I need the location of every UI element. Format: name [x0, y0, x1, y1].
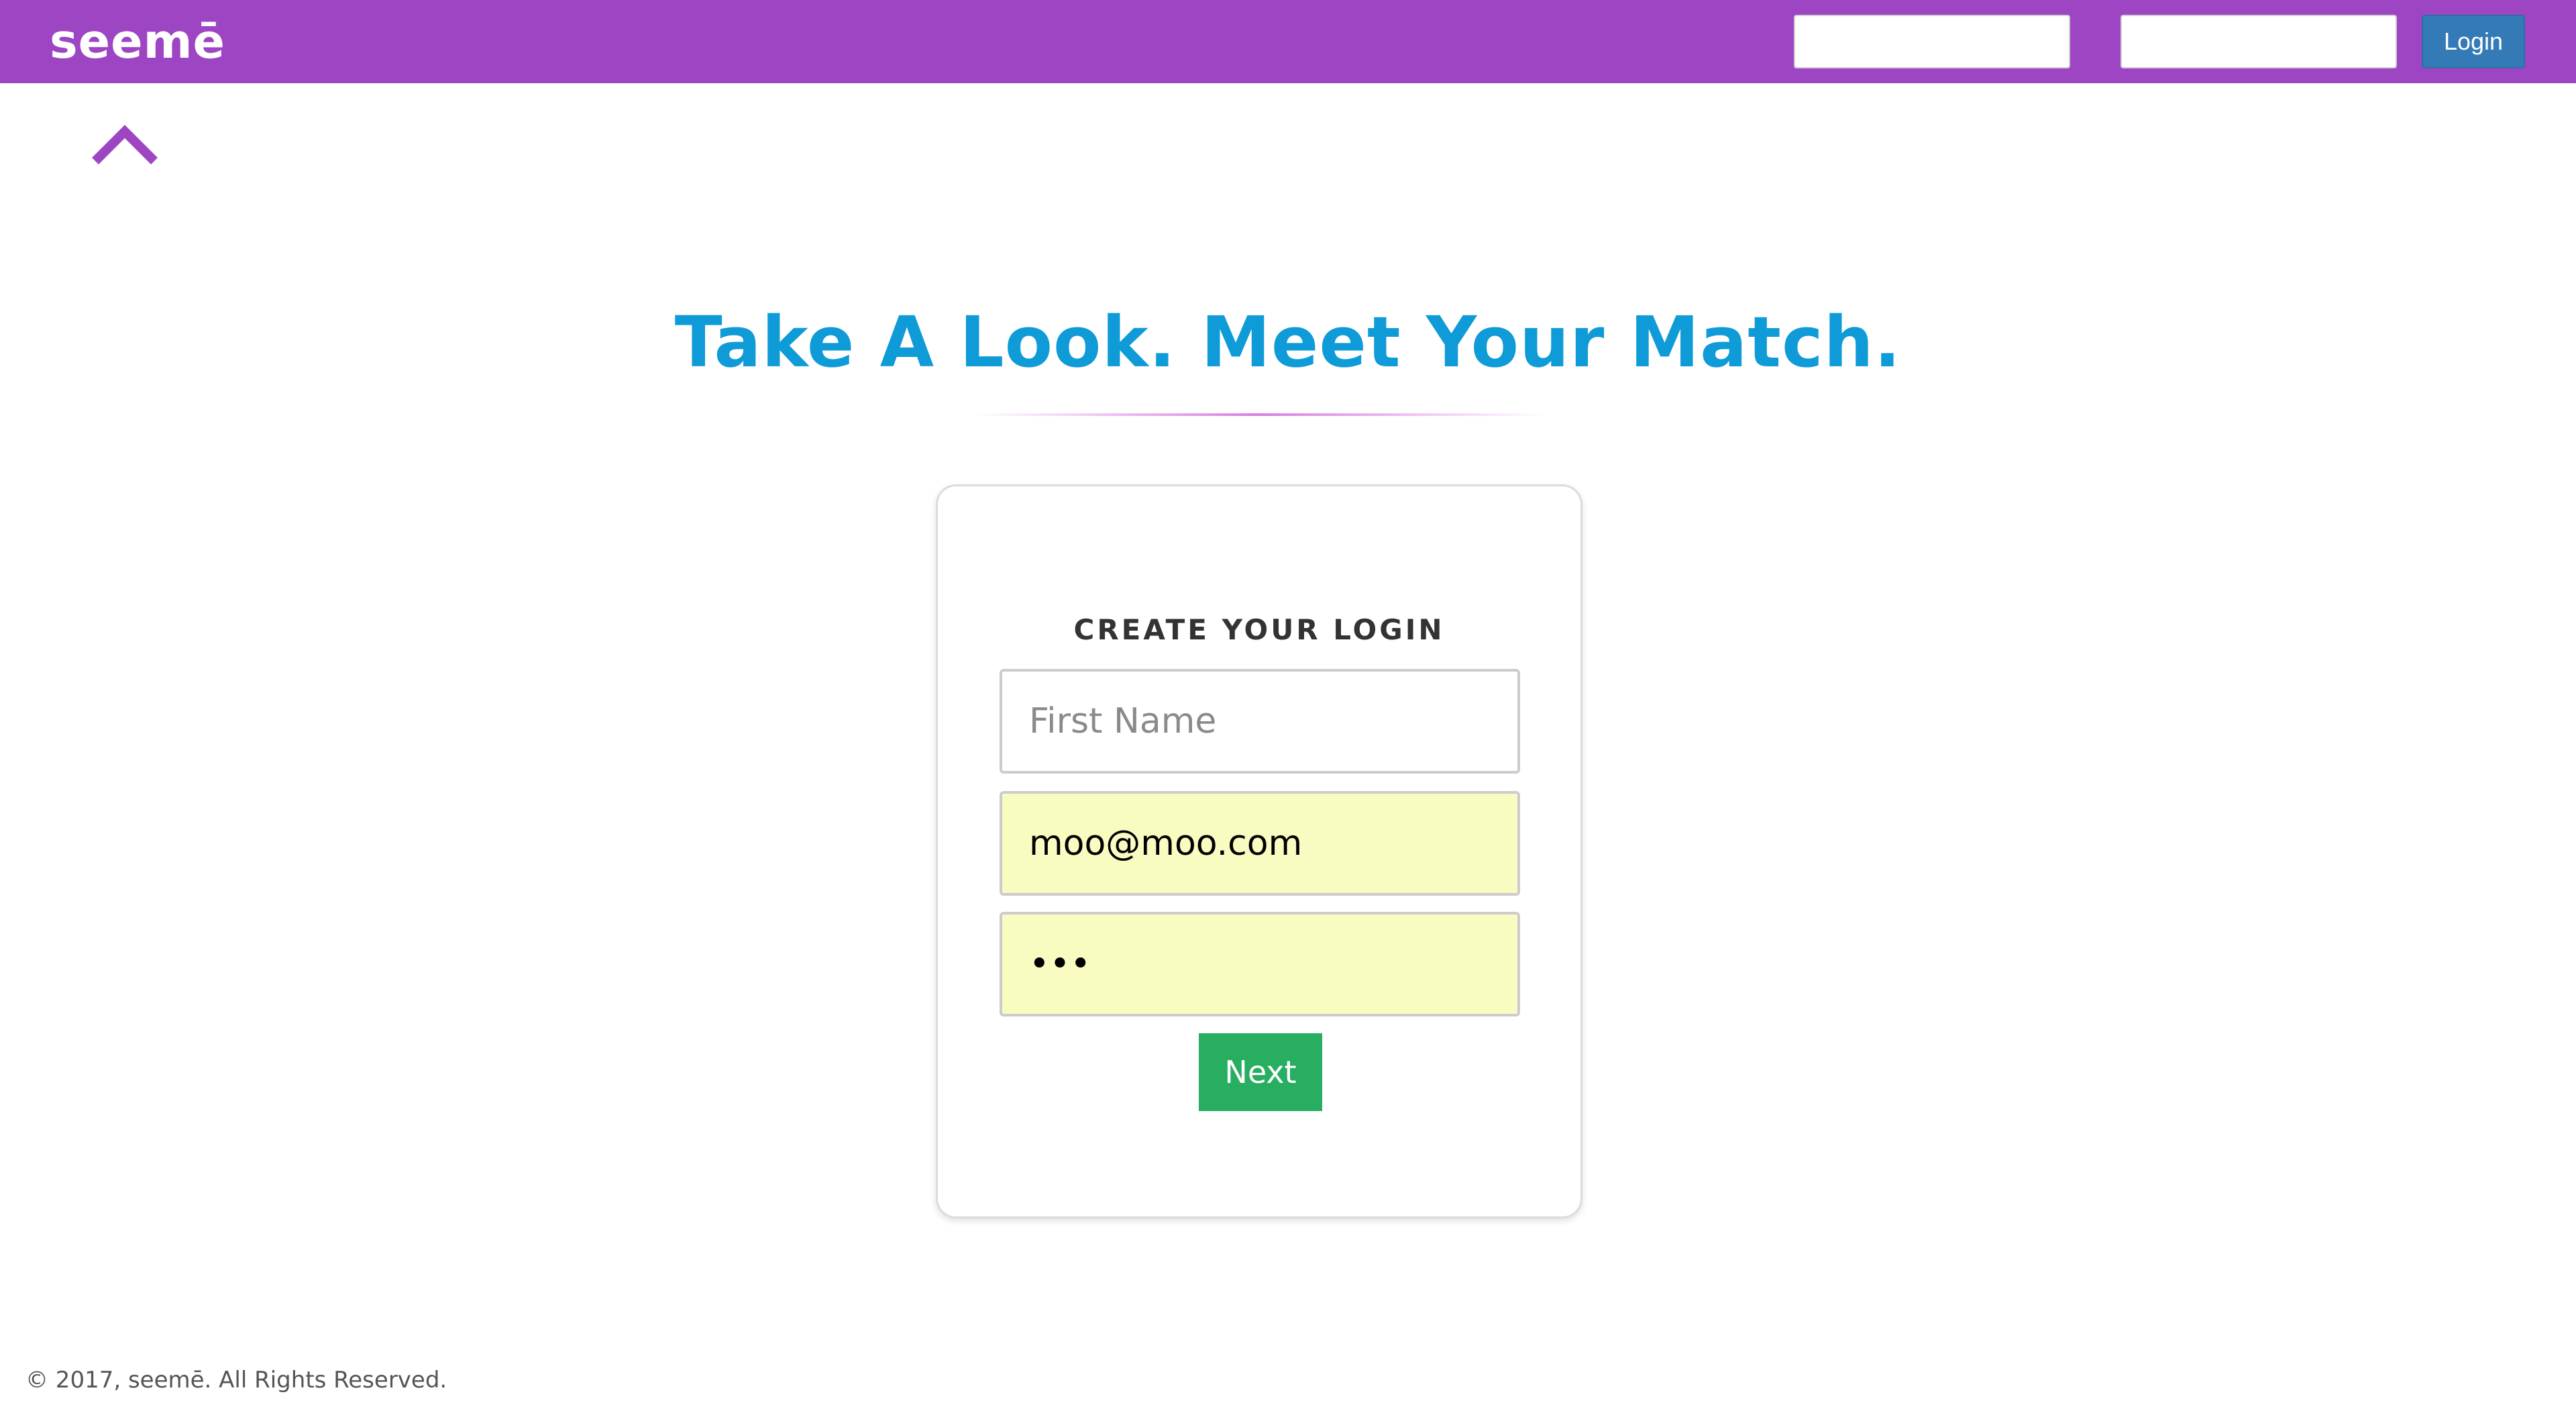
logo[interactable]: seemē: [50, 13, 225, 70]
page-headline: Take A Look. Meet Your Match.: [674, 301, 1902, 383]
first-name-field[interactable]: [1000, 669, 1520, 774]
headline-divider: [976, 413, 1543, 416]
footer-copyright: © 2017, seemē. All Rights Reserved.: [25, 1367, 447, 1394]
header-password-input[interactable]: [2121, 15, 2397, 68]
email-field[interactable]: [1000, 791, 1520, 896]
top-navigation-bar: seemē Login: [0, 0, 2576, 83]
signup-card: CREATE YOUR LOGIN Next: [936, 484, 1582, 1218]
password-field[interactable]: [1000, 912, 1520, 1016]
chevron-up-icon[interactable]: [90, 121, 160, 169]
login-button[interactable]: Login: [2422, 15, 2525, 68]
signup-title: CREATE YOUR LOGIN: [1073, 613, 1445, 646]
next-button[interactable]: Next: [1199, 1033, 1322, 1111]
header-username-input[interactable]: [1794, 15, 2070, 68]
